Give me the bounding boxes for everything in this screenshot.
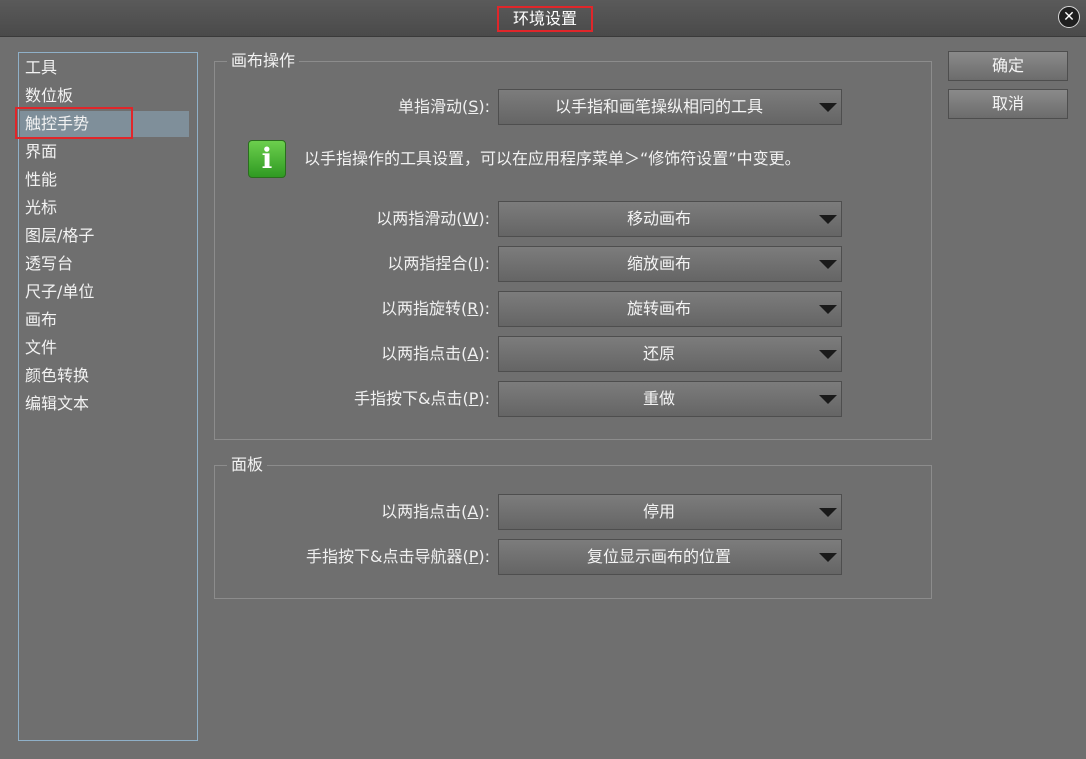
single-swipe-value: 以手指和画笔操纵相同的工具 [554, 97, 763, 116]
two-finger-swipe-value: 移动画布 [626, 209, 691, 228]
two-finger-rotate-label: 以两指旋转(R): [380, 299, 490, 318]
sidebar-item-cursor[interactable]: 光标 [25, 195, 197, 221]
panel-two-finger-tap-value: 停用 [642, 502, 675, 521]
title-bar: 环境设置 ✕ [0, 0, 1086, 37]
chevron-down-icon [819, 553, 837, 562]
chevron-down-icon [819, 305, 837, 314]
two-finger-pinch-value: 缩放画布 [626, 254, 691, 273]
two-finger-swipe-select[interactable]: 移动画布 [498, 201, 842, 237]
two-finger-pinch-label: 以两指捏合(I): [387, 254, 490, 273]
panel-group: 面板 [214, 454, 932, 599]
sidebar-item-layer-grid[interactable]: 图层/格子 [25, 223, 197, 249]
panel-two-finger-tap-select[interactable]: 停用 [498, 494, 842, 530]
chevron-down-icon [819, 103, 837, 112]
info-icon: i [248, 140, 286, 178]
navigator-press-tap-label: 手指按下&点击导航器(P): [305, 547, 490, 566]
press-tap-select[interactable]: 重做 [498, 381, 842, 417]
sidebar-item-edit-text[interactable]: 编辑文本 [25, 391, 197, 417]
two-finger-rotate-value: 旋转画布 [626, 299, 691, 318]
panel-two-finger-tap-label: 以两指点击(A): [381, 502, 490, 521]
sidebar-item-color-conversion[interactable]: 颜色转换 [25, 363, 197, 389]
cancel-button[interactable]: 取消 [948, 89, 1068, 119]
two-finger-swipe-label: 以两指滑动(W): [376, 209, 490, 228]
navigator-press-tap-select[interactable]: 复位显示画布的位置 [498, 539, 842, 575]
sidebar-item-light-table[interactable]: 透写台 [25, 251, 197, 277]
sidebar-item-interface[interactable]: 界面 [25, 139, 197, 165]
single-swipe-label: 单指滑动(S): [397, 97, 490, 116]
navigator-press-tap-value: 复位显示画布的位置 [586, 547, 731, 566]
two-finger-tap-label: 以两指点击(A): [381, 344, 490, 363]
single-swipe-select[interactable]: 以手指和画笔操纵相同的工具 [498, 89, 842, 125]
two-finger-tap-select[interactable]: 还原 [498, 336, 842, 372]
press-tap-value: 重做 [642, 389, 675, 408]
info-message: 以手指操作的工具设置，可以在应用程序菜单＞“修饰符设置”中变更。 [304, 149, 801, 168]
window-title: 环境设置 [497, 6, 593, 32]
chevron-down-icon [819, 260, 837, 269]
group-title-canvas: 画布操作 [227, 50, 300, 72]
two-finger-rotate-select[interactable]: 旋转画布 [498, 291, 842, 327]
chevron-down-icon [819, 395, 837, 404]
chevron-down-icon [819, 508, 837, 517]
sidebar-item-tools[interactable]: 工具 [25, 55, 197, 81]
chevron-down-icon [819, 215, 837, 224]
sidebar-item-performance[interactable]: 性能 [25, 167, 197, 193]
sidebar-item-tablet[interactable]: 数位板 [25, 83, 197, 109]
sidebar-item-file[interactable]: 文件 [25, 335, 197, 361]
two-finger-pinch-select[interactable]: 缩放画布 [498, 246, 842, 282]
sidebar-item-touch-gestures[interactable]: 触控手势 [20, 111, 189, 137]
close-button[interactable]: ✕ [1058, 6, 1080, 28]
chevron-down-icon [819, 350, 837, 359]
sidebar-item-canvas[interactable]: 画布 [25, 307, 197, 333]
category-list[interactable]: 工具 数位板 触控手势 界面 性能 光标 图层/格子 透写台 尺子/单位 画布 … [18, 52, 198, 741]
sidebar-item-ruler-unit[interactable]: 尺子/单位 [25, 279, 197, 305]
group-title-panel: 面板 [227, 454, 268, 476]
press-tap-label: 手指按下&点击(P): [353, 389, 490, 408]
two-finger-tap-value: 还原 [642, 344, 675, 363]
ok-button[interactable]: 确定 [948, 51, 1068, 81]
